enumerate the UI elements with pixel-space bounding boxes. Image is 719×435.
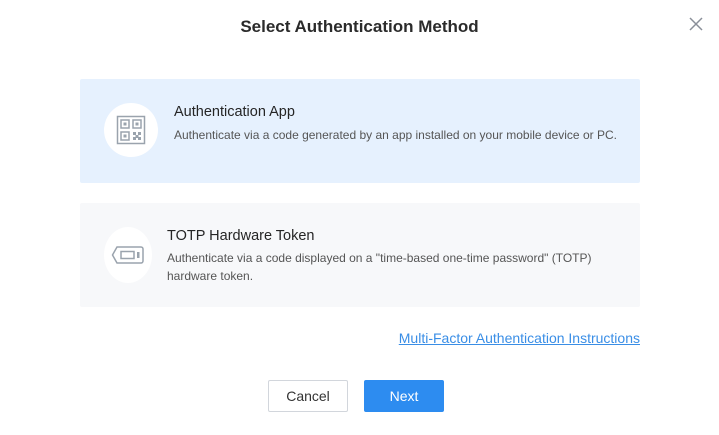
option-description: Authenticate via a code generated by an … <box>174 128 617 142</box>
option-title: TOTP Hardware Token <box>167 228 315 244</box>
close-icon[interactable] <box>686 14 706 34</box>
select-auth-method-dialog: Select Authentication Method Authenticat… <box>0 0 719 435</box>
hardware-token-icon <box>104 227 152 283</box>
qr-code-icon <box>104 103 158 157</box>
mfa-instructions-link[interactable]: Multi-Factor Authentication Instructions <box>399 329 640 347</box>
option-title: Authentication App <box>174 104 295 120</box>
next-button[interactable]: Next <box>364 380 444 412</box>
cancel-button[interactable]: Cancel <box>268 380 348 412</box>
option-authentication-app[interactable]: Authentication App Authenticate via a co… <box>80 79 640 183</box>
option-description: Authenticate via a code displayed on a "… <box>167 251 592 283</box>
dialog-title: Select Authentication Method <box>240 17 479 36</box>
option-totp-hardware-token[interactable]: TOTP Hardware Token Authenticate via a c… <box>80 203 640 307</box>
